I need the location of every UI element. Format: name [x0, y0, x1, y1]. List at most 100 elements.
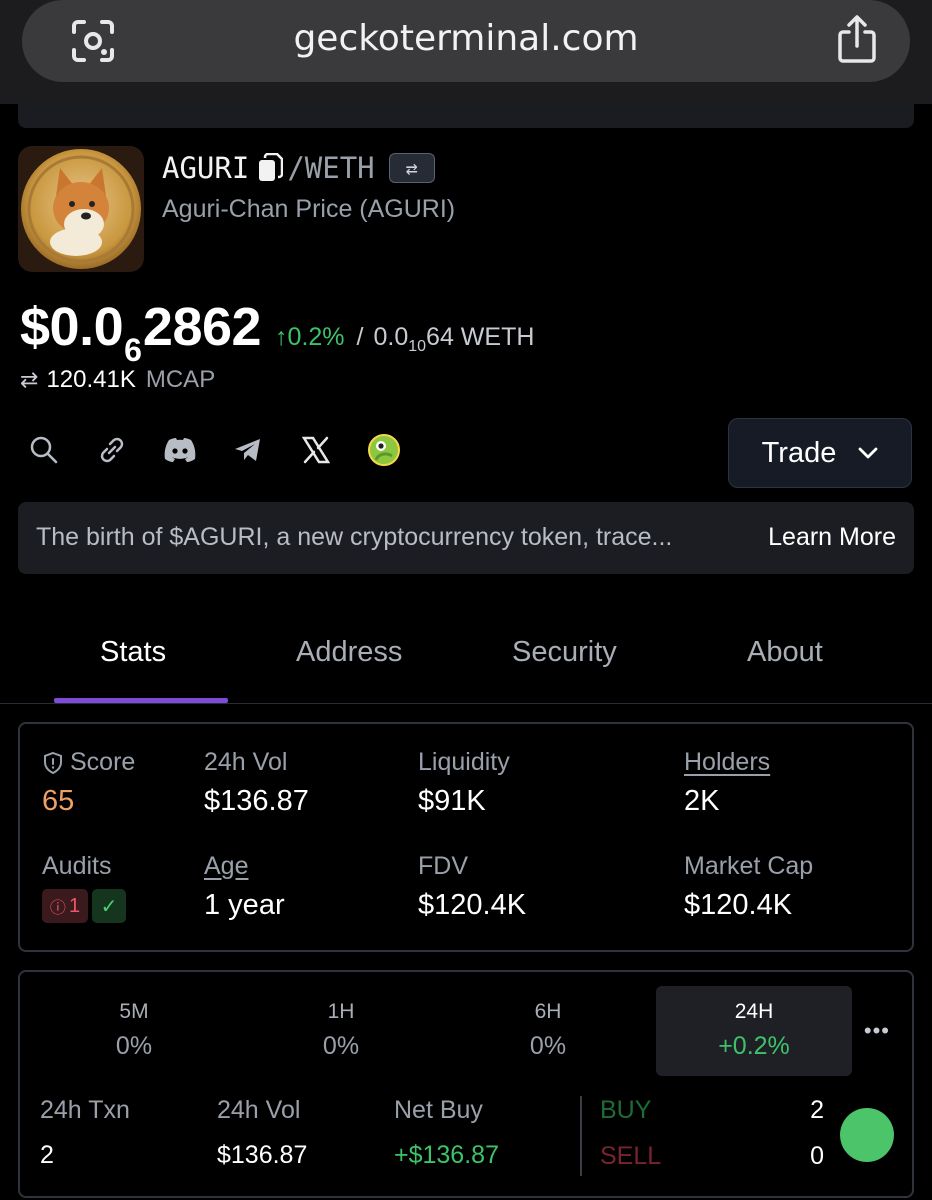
- shield-icon: [44, 751, 62, 774]
- search-strip: [18, 104, 914, 128]
- tab-bar: Stats Address Security About: [0, 620, 932, 704]
- token-name: Aguri-Chan Price (AGURI): [162, 195, 456, 223]
- txn-vol-value: $136.87: [217, 1141, 308, 1169]
- timeframe-label: 6H: [534, 1000, 562, 1023]
- fdv-label: FDV: [418, 852, 468, 880]
- audit-pass-badge[interactable]: ✓: [92, 889, 126, 923]
- buy-count: 2: [810, 1096, 824, 1124]
- timeframe-change: +0.2%: [718, 1032, 790, 1060]
- txn-value: 2: [40, 1141, 54, 1169]
- tab-stats[interactable]: Stats: [100, 636, 166, 669]
- mcap-label: MCAP: [145, 366, 216, 393]
- address-bar[interactable]: geckoterminal.com: [22, 0, 910, 82]
- txn-volume: 24h Vol $136.87: [217, 1096, 307, 1170]
- price-row: $0.0 6 2862 ↑0.2% / 0.01064 WETH: [20, 296, 535, 368]
- liquidity-value: $91K: [418, 785, 486, 817]
- weth-price: 0.01064 WETH: [373, 323, 535, 355]
- price-zero-count: 6: [124, 332, 142, 368]
- txn-net-buy: Net Buy +$136.87: [394, 1096, 499, 1170]
- stat-fdv: FDV $120.4K: [418, 852, 526, 922]
- timeframe-6h[interactable]: 6H 0%: [450, 986, 646, 1076]
- fdv-value: $120.4K: [418, 889, 527, 921]
- base-symbol: AGURI: [162, 151, 250, 185]
- holders-value: 2K: [684, 785, 720, 817]
- timeframe-24h[interactable]: 24H +0.2%: [656, 986, 852, 1076]
- buy-sell-ratio-indicator: [840, 1108, 894, 1162]
- audits-label: Audits: [42, 852, 112, 880]
- stat-audits: Audits ⓘ 1 ✓: [42, 852, 126, 923]
- stat-age[interactable]: Age 1 year: [204, 852, 285, 922]
- quote-symbol: /WETH: [287, 151, 375, 185]
- timeframe-change: 0%: [115, 1032, 153, 1060]
- active-tab-indicator: [54, 698, 228, 703]
- chevron-down-icon: [858, 447, 878, 459]
- timeframe-label: 1H: [327, 1000, 355, 1023]
- alert-icon: ⓘ: [49, 900, 66, 917]
- tab-security[interactable]: Security: [512, 636, 617, 669]
- txn-label: 24h Txn: [40, 1096, 130, 1124]
- txn-count: 24h Txn 2: [40, 1096, 130, 1170]
- price-separator: /: [356, 323, 364, 351]
- trade-button[interactable]: Trade: [728, 418, 912, 488]
- vol-label: 24h Vol: [204, 748, 288, 776]
- more-options-icon[interactable]: •••: [864, 1018, 890, 1044]
- price-change: ↑0.2%: [275, 323, 345, 351]
- stat-holders[interactable]: Holders 2K: [684, 748, 770, 818]
- mcap-row: ⇄ 120.41K MCAP: [20, 366, 215, 394]
- url-text[interactable]: geckoterminal.com: [22, 18, 910, 59]
- audit-warning-badge[interactable]: ⓘ 1: [42, 889, 88, 923]
- market-cap-value: $120.4K: [684, 889, 793, 921]
- token-logo: [18, 146, 144, 272]
- sell-count: 0: [810, 1142, 824, 1170]
- share-icon[interactable]: [834, 14, 880, 64]
- score-label: Score: [70, 748, 136, 776]
- trade-label: Trade: [761, 436, 837, 469]
- sell-label: SELL: [600, 1142, 662, 1170]
- tab-address[interactable]: Address: [296, 636, 402, 669]
- timeframe-card: 5M 0% 1H 0% 6H 0% 24H +0.2% ••• 24h Txn …: [18, 970, 914, 1198]
- swap-icon: ⇄: [20, 367, 39, 392]
- net-buy-label: Net Buy: [394, 1096, 483, 1124]
- x-icon[interactable]: [298, 432, 334, 468]
- market-cap-label: Market Cap: [684, 852, 814, 880]
- timeframe-change: 0%: [322, 1032, 360, 1060]
- timeframe-label: 24H: [734, 1000, 774, 1023]
- description-banner: The birth of $AGURI, a new cryptocurrenc…: [18, 502, 914, 574]
- timeframe-change: 0%: [529, 1032, 567, 1060]
- coingecko-icon[interactable]: [366, 432, 402, 468]
- stat-score: Score 65: [42, 748, 135, 818]
- search-icon[interactable]: [26, 432, 62, 468]
- telegram-icon[interactable]: [230, 432, 266, 468]
- copy-icon[interactable]: [257, 153, 284, 183]
- price-prefix: $0.0: [20, 297, 124, 357]
- net-buy-value: +$136.87: [394, 1141, 499, 1169]
- stat-liquidity: Liquidity $91K: [418, 748, 510, 818]
- txn-vol-label: 24h Vol: [217, 1096, 301, 1124]
- description-text: The birth of $AGURI, a new cryptocurrenc…: [36, 523, 673, 551]
- learn-more-link[interactable]: Learn More: [768, 523, 896, 552]
- liquidity-label: Liquidity: [418, 748, 510, 776]
- timeframe-label: 5M: [119, 1000, 149, 1023]
- tab-about[interactable]: About: [747, 636, 823, 669]
- discord-icon[interactable]: [162, 432, 198, 468]
- swap-pair-icon[interactable]: ⇄: [388, 153, 435, 183]
- age-label[interactable]: Age: [204, 852, 285, 881]
- stat-market-cap: Market Cap $120.4K: [684, 852, 813, 922]
- timeframe-5m[interactable]: 5M 0%: [36, 986, 232, 1076]
- vol-value: $136.87: [204, 785, 309, 817]
- stats-card: Score 65 24h Vol $136.87 Liquidity $91K …: [18, 722, 914, 952]
- weth-prefix: 0.0: [373, 323, 409, 351]
- stat-24h-vol: 24h Vol $136.87: [204, 748, 309, 818]
- weth-suffix: 64 WETH: [426, 323, 535, 351]
- social-links: [26, 430, 434, 470]
- age-value: 1 year: [204, 889, 285, 921]
- browser-bar: geckoterminal.com: [0, 0, 932, 104]
- divider: [580, 1096, 582, 1176]
- score-value: 65: [42, 785, 75, 817]
- buy-label: BUY: [600, 1096, 652, 1124]
- link-icon[interactable]: [94, 432, 130, 468]
- timeframe-1h[interactable]: 1H 0%: [243, 986, 439, 1076]
- price-digits: 2862: [142, 297, 262, 357]
- holders-label[interactable]: Holders: [684, 748, 770, 777]
- mcap-value: 120.41K: [46, 366, 136, 393]
